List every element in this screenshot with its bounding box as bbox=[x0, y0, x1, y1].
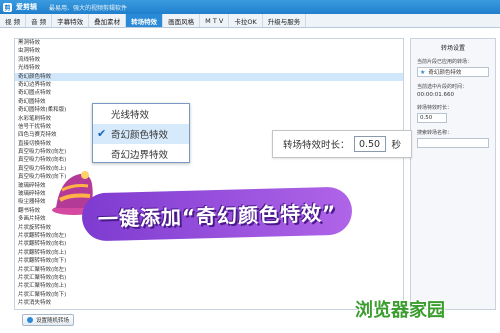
effect-list-item[interactable]: 片状汇聚特效(向下) bbox=[15, 291, 403, 299]
zoom-effect-item: 光线特效 bbox=[93, 104, 189, 124]
effect-list-item[interactable]: 片状汇聚特效(向上) bbox=[15, 282, 403, 290]
banner-text: 一键添加“奇幻颜色特效” bbox=[97, 200, 337, 231]
effect-list-item[interactable]: 片状翻转特效(向右) bbox=[15, 240, 403, 248]
zoom-effect-label: 光线特效 bbox=[111, 110, 150, 121]
effect-list-item[interactable]: 片状汇聚特效(向右) bbox=[15, 274, 403, 282]
effect-list-item[interactable]: 片状汇聚特效(向左) bbox=[15, 266, 403, 274]
app-name: 爱剪辑 bbox=[16, 3, 37, 11]
zoom-effect-label: 奇幻边界特效 bbox=[111, 150, 169, 161]
menu-tab-0[interactable]: 视 频 bbox=[0, 14, 27, 27]
menu-tab-7[interactable]: 卡拉OK bbox=[229, 14, 263, 27]
effect-list-item[interactable]: 奇幻圆点特效 bbox=[15, 89, 403, 97]
duration-unit: 秒 bbox=[391, 140, 402, 151]
app-logo-icon: 剪 bbox=[3, 2, 12, 12]
site-watermark: 浏览器家园 bbox=[355, 300, 445, 321]
effect-list-item[interactable]: 黑洞特效 bbox=[15, 39, 403, 47]
effect-list-item[interactable]: 奇幻边界特效 bbox=[15, 81, 403, 89]
effect-list-item[interactable]: 光线特效 bbox=[15, 64, 403, 72]
menu-tab-8[interactable]: 升级与服务 bbox=[263, 14, 307, 27]
effect-list-item[interactable]: 水彩笔刷特效 bbox=[15, 115, 403, 123]
promo-banner: 一键添加“奇幻颜色特效” bbox=[81, 186, 353, 242]
menu-tab-3[interactable]: 叠加素材 bbox=[89, 14, 127, 27]
transition-settings-panel: 转场设置 当前片段已应用的转场： ★ 奇幻颜色特效 当前选中片段的时间： 00:… bbox=[410, 38, 496, 310]
effect-list-item[interactable]: 奇幻颜色特效 bbox=[15, 72, 403, 81]
effect-list-item[interactable]: 奇幻圆特效(柔和版) bbox=[15, 106, 403, 114]
duration-input[interactable]: 0.50 bbox=[353, 136, 386, 152]
app-slogan: 最易用、强大的视频剪辑软件 bbox=[49, 4, 128, 12]
random-transition-button[interactable]: 设置随机转场 bbox=[22, 314, 75, 326]
menu-tab-4[interactable]: 转场特效 bbox=[126, 14, 164, 27]
zoom-effect-item: 奇幻边界特效 bbox=[93, 144, 189, 164]
title-bar: 剪 爱剪辑 最易用、强大的视频剪辑软件 bbox=[0, 0, 500, 14]
effect-list-item[interactable]: 片状翻转特效(向下) bbox=[15, 257, 403, 265]
main-menu: 视 频音 频字幕特效 叠加素材 转场特效 画面风格 M T V 卡拉OK 升级与服务 bbox=[0, 14, 500, 28]
search-input[interactable] bbox=[417, 138, 489, 148]
menu-tab-2[interactable]: 字幕特效 bbox=[52, 14, 90, 27]
effect-list-item[interactable]: 虫洞特效 bbox=[15, 47, 403, 55]
checkmark-icon: ✔ bbox=[97, 127, 107, 140]
effect-list-item[interactable]: 流线特效 bbox=[15, 56, 403, 64]
menu-tab-5[interactable]: 画面风格 bbox=[163, 14, 201, 27]
search-label: 搜索转场名称： bbox=[417, 130, 453, 136]
time-label: 当前选中片段的时间： bbox=[417, 84, 468, 90]
duration-input-small[interactable]: 0.50 bbox=[417, 113, 447, 123]
current-transition-field: ★ 奇幻颜色特效 bbox=[417, 67, 489, 77]
duration-label: 转场特效时长： bbox=[283, 140, 350, 151]
effect-zoom-callout: 光线特效 ✔ 奇幻颜色特效 奇幻边界特效 bbox=[92, 103, 190, 163]
menu-tab-6[interactable]: M T V bbox=[200, 14, 230, 27]
duration-callout: 转场特效时长： 0.50 秒 bbox=[272, 130, 412, 158]
zoom-effect-item: ✔ 奇幻颜色特效 bbox=[93, 124, 189, 144]
current-transition-value: 奇幻颜色特效 bbox=[428, 70, 462, 76]
effect-list-item[interactable]: 片状消失特效 bbox=[15, 299, 403, 307]
panel-title: 转场设置 bbox=[440, 45, 465, 52]
star-icon: ★ bbox=[420, 68, 426, 76]
current-transition-label: 当前片段已应用的转场： bbox=[417, 59, 473, 65]
time-value: 00:00:01.660 bbox=[417, 92, 454, 98]
effect-list-item[interactable]: 片状翻转特效(向上) bbox=[15, 249, 403, 257]
zoom-effect-label: 奇幻颜色特效 bbox=[111, 130, 169, 141]
random-transition-label: 设置随机转场 bbox=[36, 318, 70, 324]
dice-icon bbox=[27, 317, 33, 323]
menu-tab-1[interactable]: 音 频 bbox=[26, 14, 53, 27]
duration-label-small: 转场特效时长： bbox=[417, 105, 453, 111]
effect-list-item[interactable]: 奇幻圆特效 bbox=[15, 98, 403, 106]
